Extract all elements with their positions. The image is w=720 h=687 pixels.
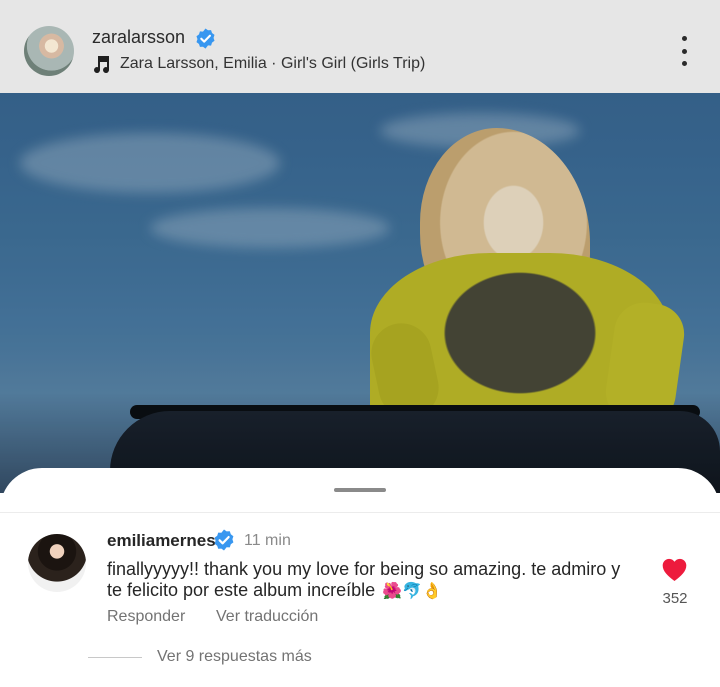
music-note-icon — [94, 56, 110, 74]
author-username[interactable]: zaralarsson — [92, 27, 185, 48]
more-dot-icon — [681, 48, 687, 54]
comment-emojis: 🌺🐬👌 — [382, 581, 442, 600]
heart-icon[interactable] — [661, 557, 688, 582]
commenter-avatar[interactable] — [28, 534, 86, 592]
commenter-username[interactable]: emiliamernes — [107, 531, 216, 551]
verified-badge-icon — [196, 28, 215, 49]
overlay-dim — [0, 93, 720, 493]
music-credit[interactable]: Zara Larsson, Emilia · Girl's Girl (Girl… — [120, 55, 425, 73]
comment-body: finallyyyyy!! thank you my love for bein… — [107, 559, 621, 600]
replies-line — [88, 657, 142, 658]
author-avatar[interactable] — [24, 26, 74, 76]
comment-text: finallyyyyy!! thank you my love for bein… — [107, 559, 627, 601]
verified-badge-icon — [214, 529, 234, 551]
divider — [0, 512, 720, 513]
post-video[interactable] — [0, 93, 720, 493]
view-replies-button[interactable]: Ver 9 respuestas más — [157, 648, 312, 666]
post-header: zaralarsson Zara Larsson, Emilia · Girl'… — [0, 0, 720, 93]
more-dot-icon — [681, 61, 687, 66]
more-options-button[interactable] — [670, 36, 698, 66]
comment-timestamp: 11 min — [244, 532, 291, 549]
sheet-drag-handle[interactable] — [334, 488, 386, 492]
like-count: 352 — [662, 590, 688, 607]
see-translation-button[interactable]: Ver traducción — [216, 608, 318, 626]
reply-button[interactable]: Responder — [107, 608, 185, 626]
more-dot-icon — [681, 36, 687, 41]
